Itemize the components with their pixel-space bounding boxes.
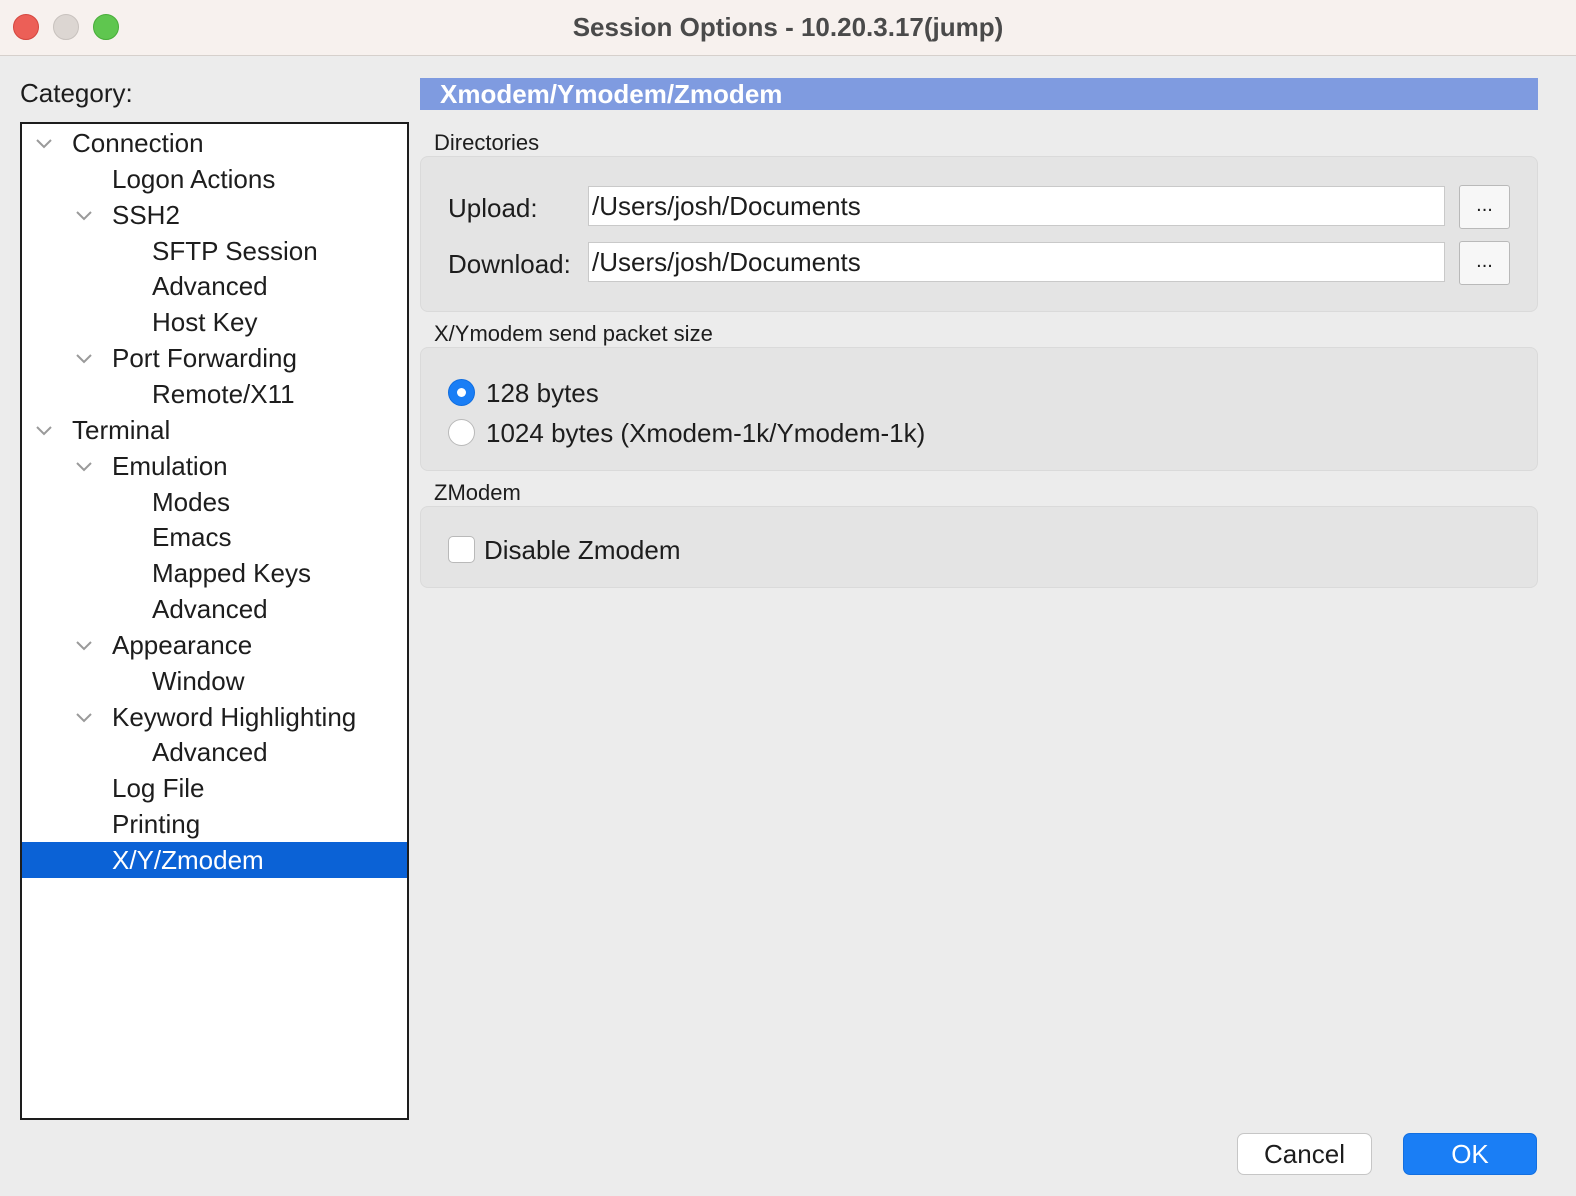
upload-browse-button[interactable]: ... (1459, 185, 1510, 229)
tree-item-label: Keyword Highlighting (112, 701, 357, 732)
chevron-down-icon[interactable] (74, 340, 94, 376)
upload-label: Upload: (448, 193, 538, 223)
directories-group-label: Directories (434, 130, 540, 155)
session-options-window: Session Options - 10.20.3.17(jump) Categ… (0, 0, 1576, 1196)
radio-1024-bytes-label[interactable]: 1024 bytes (Xmodem-1k/Ymodem-1k) (486, 418, 925, 449)
tree-item-label: Advanced (152, 737, 268, 768)
tree-item-label: Emulation (112, 450, 228, 481)
disable-zmodem-checkbox[interactable] (448, 536, 475, 563)
tree-item-label: Modes (152, 486, 231, 517)
tree-item[interactable]: Log File (22, 770, 407, 806)
packet-size-group-label: X/Ymodem send packet size (434, 321, 713, 346)
tree-item-label: Connection (72, 128, 204, 158)
chevron-down-icon[interactable] (34, 125, 54, 161)
tree-item-label: Advanced (152, 271, 268, 302)
packet-size-group (420, 347, 1538, 471)
tree-item[interactable]: Window (22, 663, 407, 699)
radio-128-bytes-label[interactable]: 128 bytes (486, 378, 599, 409)
upload-path-input[interactable] (588, 186, 1445, 226)
zmodem-group-label: ZModem (434, 480, 521, 505)
chevron-down-icon[interactable] (34, 412, 54, 448)
tree-item[interactable]: Printing (22, 806, 407, 842)
tree-item[interactable]: Modes (22, 484, 407, 520)
chevron-down-icon[interactable] (74, 197, 94, 233)
tree-item[interactable]: Logon Actions (22, 161, 407, 197)
category-tree[interactable]: Connection Logon Actions SSH2 SFTP Session A… (20, 122, 409, 1120)
chevron-down-icon[interactable] (74, 627, 94, 663)
tree-item[interactable]: Remote/X11 (22, 376, 407, 412)
title-bar: Session Options - 10.20.3.17(jump) (0, 0, 1576, 56)
tree-item-label: Printing (112, 809, 201, 840)
chevron-down-icon[interactable] (74, 448, 94, 484)
tree-item-label: SSH2 (112, 199, 180, 230)
tree-item-label: SFTP Session (152, 235, 318, 266)
tree-item[interactable]: Connection (22, 125, 407, 161)
tree-item[interactable]: Keyword Highlighting (22, 699, 407, 735)
panel-header: Xmodem/Ymodem/Zmodem (420, 78, 1538, 110)
tree-item[interactable]: Appearance (22, 627, 407, 663)
download-path-input[interactable] (588, 242, 1445, 282)
tree-item[interactable]: Host Key (22, 304, 407, 340)
tree-item-label: Host Key (152, 307, 258, 338)
tree-item[interactable]: Terminal (22, 412, 407, 448)
radio-1024-bytes[interactable] (448, 419, 475, 446)
download-browse-button[interactable]: ... (1459, 241, 1510, 285)
category-label: Category: (20, 78, 133, 108)
directories-group (420, 156, 1538, 312)
tree-item[interactable]: Advanced (22, 591, 407, 627)
tree-item[interactable]: Emacs (22, 519, 407, 555)
disable-zmodem-label[interactable]: Disable Zmodem (484, 535, 681, 566)
ok-button[interactable]: OK (1403, 1133, 1537, 1175)
tree-item-label: Window (152, 665, 245, 696)
tree-item[interactable]: Advanced (22, 734, 407, 770)
tree-item[interactable]: X/Y/Zmodem (22, 842, 407, 878)
chevron-down-icon[interactable] (74, 699, 94, 735)
tree-item[interactable]: SSH2 (22, 197, 407, 233)
tree-item[interactable]: Port Forwarding (22, 340, 407, 376)
cancel-button[interactable]: Cancel (1237, 1133, 1372, 1175)
tree-item-label: X/Y/Zmodem (112, 845, 264, 875)
tree-item-label: Advanced (152, 594, 268, 625)
tree-item-label: Log File (112, 773, 205, 804)
radio-128-bytes[interactable] (448, 379, 475, 406)
tree-item-label: Remote/X11 (152, 378, 295, 409)
tree-item-label: Port Forwarding (112, 343, 297, 374)
window-title: Session Options - 10.20.3.17(jump) (572, 12, 1004, 42)
tree-item-label: Emacs (152, 522, 232, 553)
download-label: Download: (448, 249, 571, 279)
tree-item-label: Logon Actions (112, 163, 276, 194)
tree-item[interactable]: SFTP Session (22, 233, 407, 269)
tree-item-label: Terminal (72, 414, 171, 445)
tree-item[interactable]: Advanced (22, 268, 407, 304)
tree-item-label: Mapped Keys (152, 558, 311, 589)
tree-item-label: Appearance (112, 629, 253, 660)
tree-item[interactable]: Emulation (22, 448, 407, 484)
tree-item[interactable]: Mapped Keys (22, 555, 407, 591)
